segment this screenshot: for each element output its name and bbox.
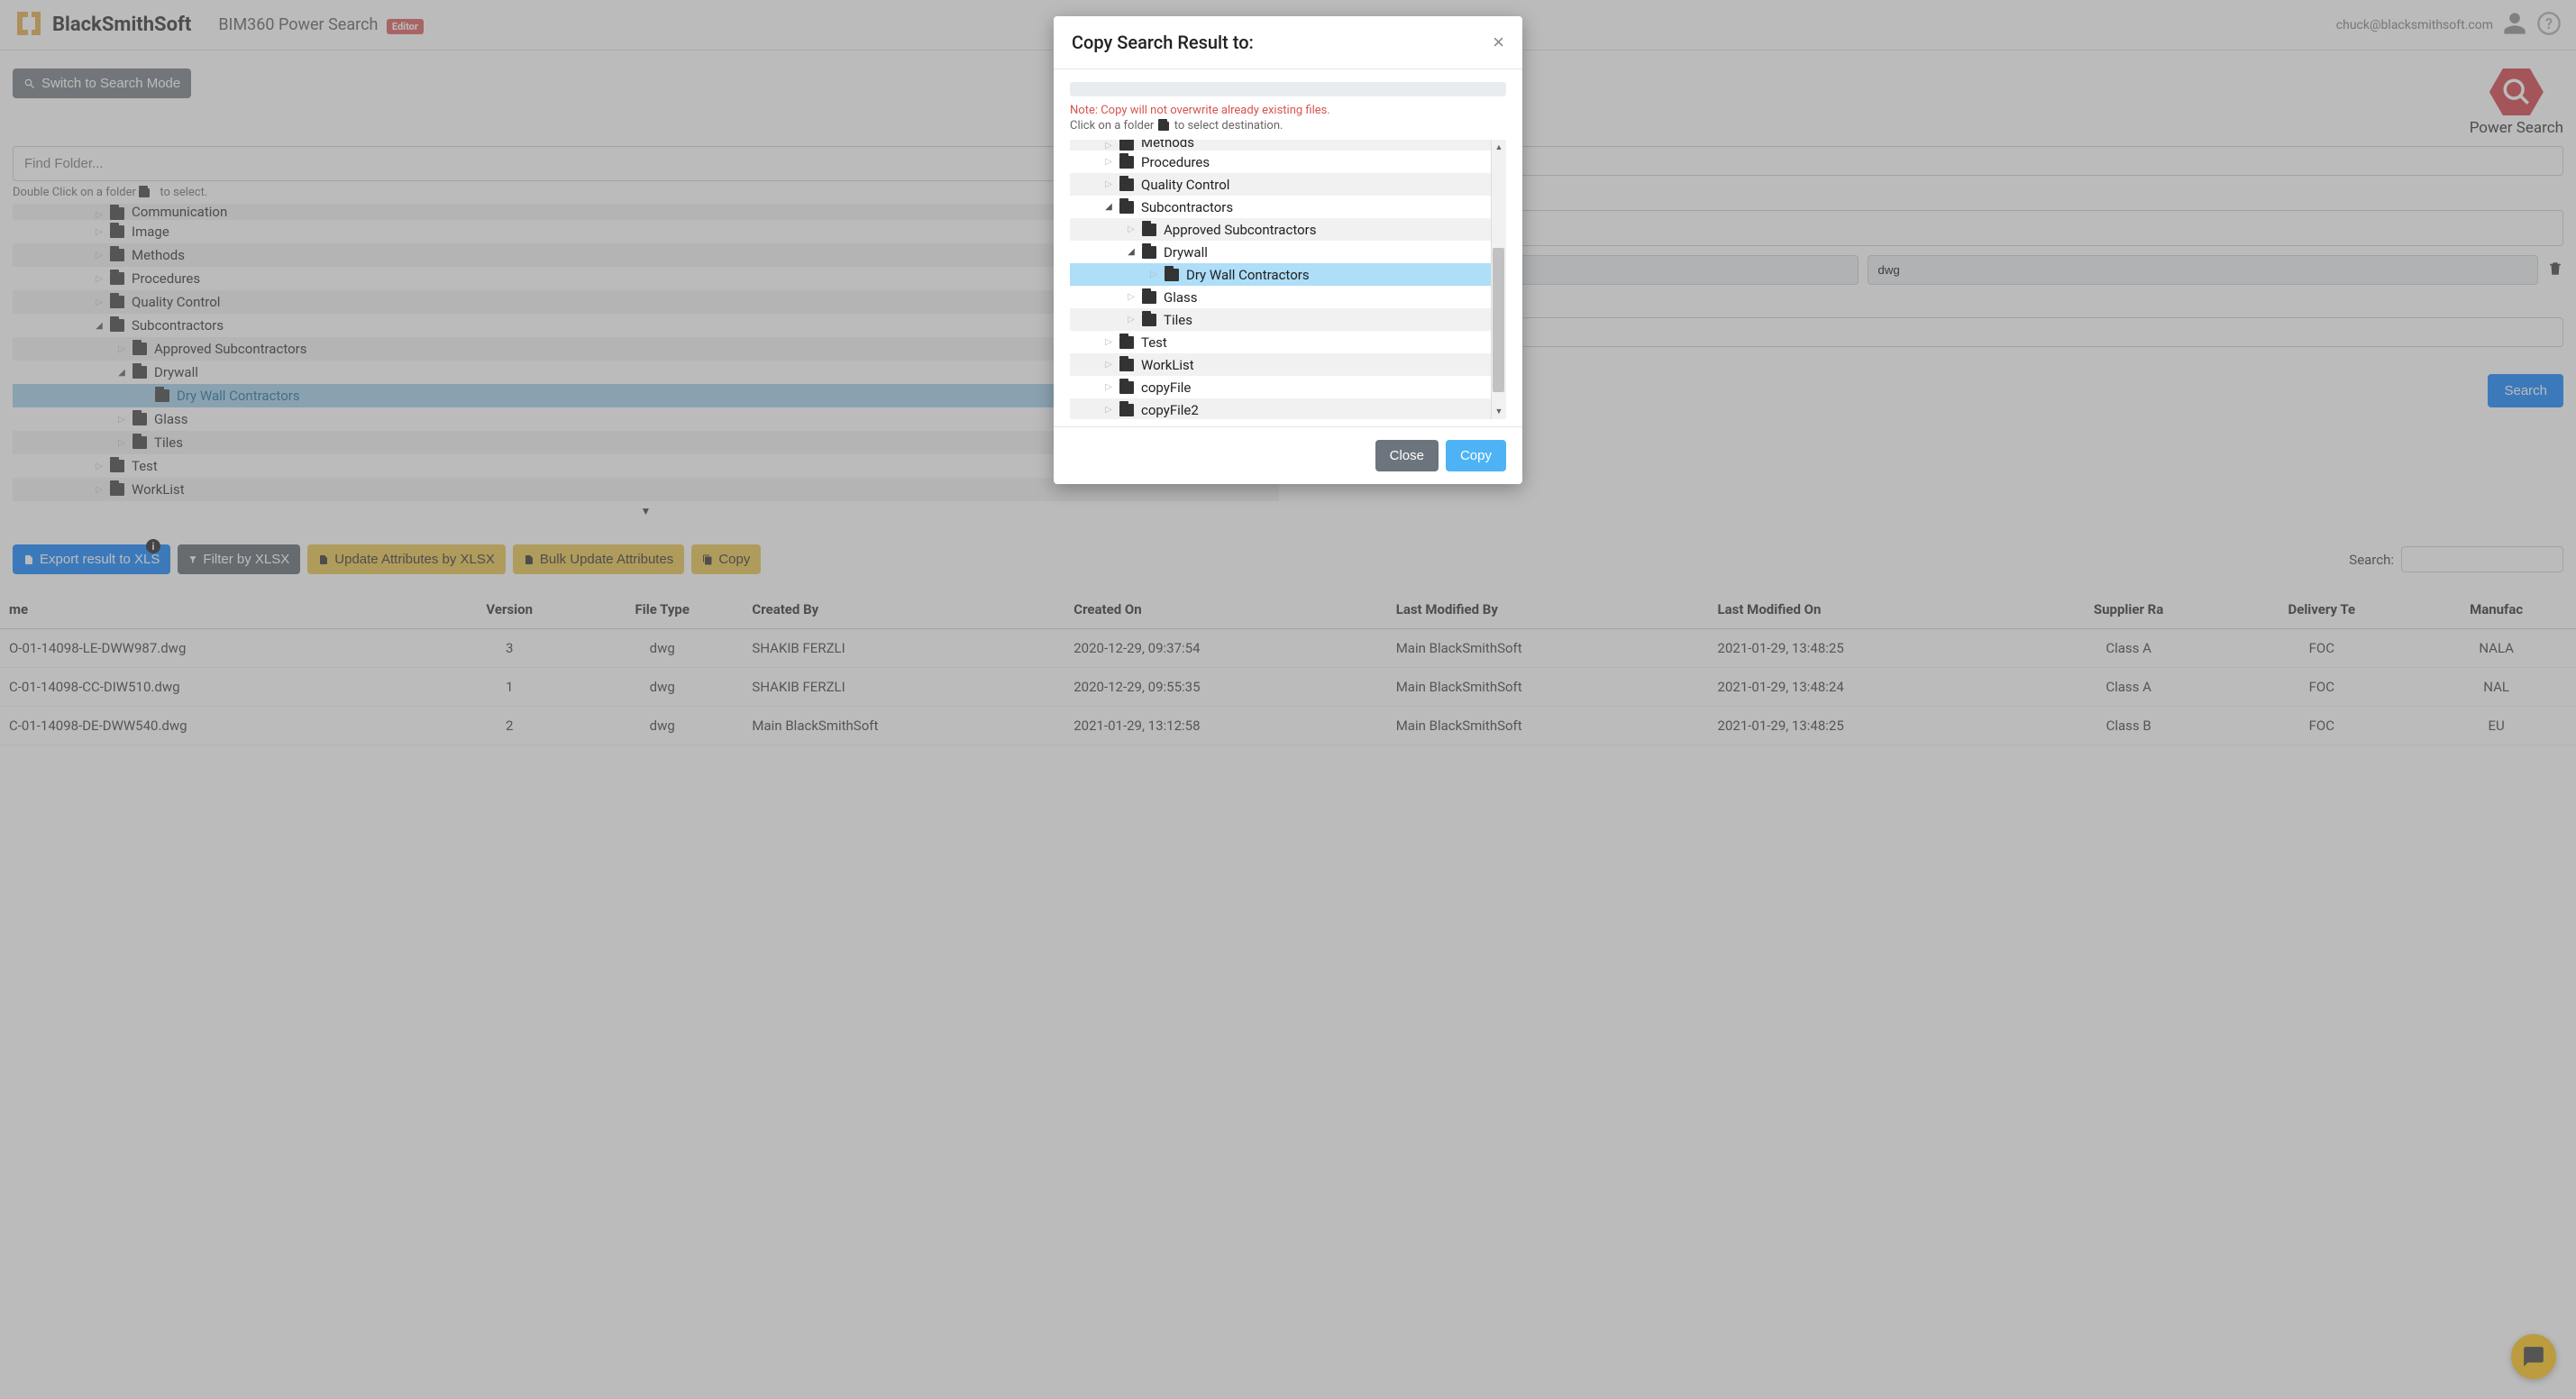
- modal-tree-row[interactable]: ▷ Glass: [1070, 286, 1506, 308]
- folder-icon: [1165, 269, 1179, 281]
- tree-caret-icon[interactable]: ▷: [1103, 179, 1114, 189]
- tree-label: copyFile: [1141, 379, 1191, 396]
- modal-scrollbar[interactable]: ▲ ▼: [1491, 140, 1506, 419]
- modal-tree-row[interactable]: ◢ Subcontractors: [1070, 196, 1506, 218]
- folder-icon: [1142, 224, 1156, 236]
- folder-icon: [1119, 336, 1134, 349]
- tree-label: Approved Subcontractors: [1164, 222, 1316, 238]
- tree-caret-icon[interactable]: ◢: [1103, 202, 1114, 212]
- tree-label: Test: [1141, 334, 1167, 351]
- tree-caret-icon[interactable]: ▷: [1103, 337, 1114, 347]
- folder-icon: [1119, 201, 1134, 214]
- tree-caret-icon[interactable]: ▷: [1103, 141, 1114, 151]
- modal-tree-row[interactable]: ▷ Quality Control: [1070, 173, 1506, 196]
- tree-label: Methods: [1141, 140, 1194, 151]
- modal-close-icon[interactable]: ×: [1493, 31, 1504, 54]
- tree-caret-icon[interactable]: ◢: [1126, 247, 1137, 257]
- tree-label: Glass: [1164, 289, 1198, 306]
- tree-caret-icon[interactable]: ▷: [1103, 405, 1114, 415]
- modal-folder-tree[interactable]: ▷ Methods ▷ Procedures ▷ Quality Control ◢ Subc…: [1070, 140, 1506, 419]
- folder-icon: [1142, 246, 1156, 259]
- modal-close-button[interactable]: Close: [1375, 440, 1439, 471]
- scroll-down-icon[interactable]: ▼: [1492, 404, 1506, 419]
- modal-tree-row[interactable]: ▷ copyFile: [1070, 376, 1506, 398]
- scroll-thumb[interactable]: [1493, 248, 1504, 392]
- folder-icon: [1119, 140, 1134, 151]
- modal-tree-row[interactable]: ▷ Tiles: [1070, 308, 1506, 331]
- folder-icon: [1119, 381, 1134, 394]
- modal-hint: Click on a folder to select destination.: [1070, 119, 1506, 133]
- modal-copy-button[interactable]: Copy: [1446, 440, 1506, 471]
- scroll-up-icon[interactable]: ▲: [1492, 140, 1506, 155]
- modal-tree-row[interactable]: ▷ copyFile2: [1070, 398, 1506, 419]
- modal-tree-row[interactable]: ▷ Test: [1070, 331, 1506, 353]
- modal-backdrop: Copy Search Result to: × Note: Copy will…: [0, 0, 2576, 1399]
- modal-tree-row[interactable]: ▷ Approved Subcontractors: [1070, 218, 1506, 241]
- tree-label: Tiles: [1164, 312, 1192, 328]
- folder-icon: [1158, 122, 1169, 131]
- folder-icon: [1119, 359, 1134, 371]
- tree-caret-icon[interactable]: ▷: [1103, 382, 1114, 392]
- folder-icon: [1142, 291, 1156, 304]
- tree-label: Dry Wall Contractors: [1186, 267, 1310, 283]
- tree-label: Drywall: [1164, 244, 1208, 261]
- modal-tree-row[interactable]: ▷ WorkList: [1070, 353, 1506, 376]
- folder-icon: [1119, 404, 1134, 416]
- tree-caret-icon[interactable]: ▷: [1103, 360, 1114, 370]
- tree-caret-icon[interactable]: ▷: [1126, 292, 1137, 302]
- modal-note: Note: Copy will not overwrite already ex…: [1070, 104, 1506, 117]
- modal-tree-row[interactable]: ▷ Methods: [1070, 140, 1506, 151]
- tree-label: Procedures: [1141, 154, 1210, 170]
- modal-tree-row[interactable]: ▷ Procedures: [1070, 151, 1506, 173]
- tree-label: Subcontractors: [1141, 199, 1233, 215]
- modal-title: Copy Search Result to:: [1072, 32, 1254, 53]
- folder-icon: [1142, 314, 1156, 326]
- tree-caret-icon[interactable]: ▷: [1126, 315, 1137, 325]
- tree-label: WorkList: [1141, 357, 1194, 373]
- copy-modal: Copy Search Result to: × Note: Copy will…: [1054, 16, 1522, 484]
- progress-bar: [1070, 82, 1506, 96]
- tree-caret-icon[interactable]: ▷: [1126, 224, 1137, 234]
- tree-caret-icon[interactable]: ▷: [1103, 157, 1114, 167]
- folder-icon: [1119, 178, 1134, 191]
- modal-tree-row[interactable]: ◢ Drywall: [1070, 241, 1506, 263]
- tree-label: Quality Control: [1141, 177, 1229, 193]
- tree-caret-icon[interactable]: ▷: [1148, 270, 1159, 279]
- modal-tree-row[interactable]: ▷ Dry Wall Contractors: [1070, 263, 1506, 286]
- tree-label: copyFile2: [1141, 402, 1199, 418]
- folder-icon: [1119, 156, 1134, 169]
